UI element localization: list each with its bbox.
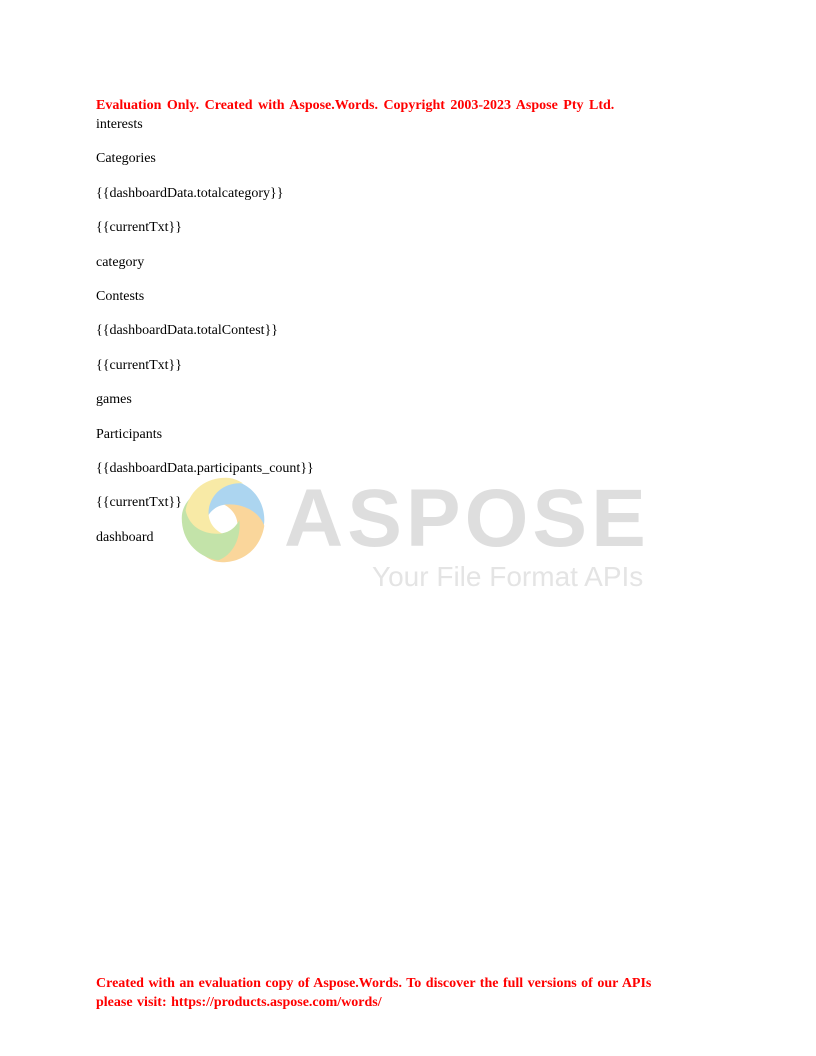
doc-line-current-txt-placeholder: {{currentTxt}} xyxy=(96,357,182,373)
watermark-tagline: Your File Format APIs xyxy=(372,561,644,592)
doc-line-total-category-placeholder: {{dashboardData.totalcategory}} xyxy=(96,185,284,201)
doc-line-categories-label: Categories xyxy=(96,151,156,167)
doc-line-participants-label: Participants xyxy=(96,426,163,442)
doc-line-current-txt-placeholder: {{currentTxt}} xyxy=(96,495,182,511)
doc-line-current-txt-placeholder: {{currentTxt}} xyxy=(96,220,182,236)
evaluation-header-notice: Evaluation Only. Created with Aspose.Wor… xyxy=(96,98,615,113)
doc-line-interests: interests xyxy=(96,117,143,132)
doc-line-contests-label: Contests xyxy=(96,288,145,304)
document-body: interests Categories {{dashboardData.tot… xyxy=(96,116,716,563)
doc-line-participants-count-placeholder: {{dashboardData.participants_count}} xyxy=(96,460,314,476)
doc-line-category: category xyxy=(96,254,145,270)
doc-line-dashboard: dashboard xyxy=(96,529,154,545)
doc-line-games: games xyxy=(96,392,132,408)
doc-line-total-contest-placeholder: {{dashboardData.totalContest}} xyxy=(96,323,279,339)
footer-notice-line-2: please visit: https://products.aspose.co… xyxy=(96,995,382,1010)
footer-notice-line-1: Created with an evaluation copy of Aspos… xyxy=(96,976,652,991)
evaluation-footer-notice: Created with an evaluation copy of Aspos… xyxy=(96,974,726,1012)
